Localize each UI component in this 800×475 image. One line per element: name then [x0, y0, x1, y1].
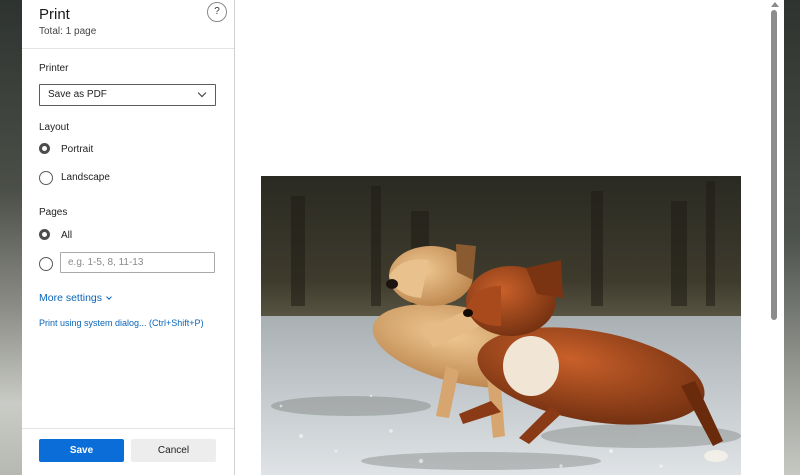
printer-label: Printer [39, 63, 69, 74]
pages-custom-radio[interactable] [39, 257, 53, 271]
printer-selected-value: Save as PDF [48, 89, 107, 100]
portrait-label: Portrait [61, 144, 94, 155]
scroll-up-arrow-icon[interactable] [771, 2, 779, 7]
dialog-title: Print [39, 6, 70, 23]
printer-select[interactable]: Save as PDF [39, 84, 216, 106]
more-settings-link[interactable]: More settings [39, 292, 112, 304]
cancel-button[interactable]: Cancel [131, 439, 216, 462]
system-dialog-link[interactable]: Print using system dialog... (Ctrl+Shift… [39, 318, 204, 328]
print-preview-page [235, 0, 767, 475]
layout-label: Layout [39, 122, 70, 133]
scrollbar-thumb[interactable] [771, 10, 777, 320]
background-page-left [0, 0, 22, 475]
more-settings-label: More settings [39, 292, 103, 304]
landscape-label: Landscape [61, 172, 110, 183]
background-page-right [784, 0, 800, 475]
pages-all-radio[interactable] [39, 229, 50, 240]
portrait-radio[interactable] [39, 143, 50, 154]
help-button[interactable]: ? [207, 2, 227, 22]
dogs-photo-illustration [261, 176, 741, 475]
preview-photo [261, 176, 741, 475]
question-circle-icon: ? [214, 6, 220, 17]
chevron-down-icon [197, 88, 207, 98]
pages-all-label: All [61, 230, 73, 241]
header-divider [22, 48, 234, 49]
footer-divider [22, 428, 234, 429]
chevron-down-icon [106, 294, 112, 300]
landscape-radio[interactable] [39, 171, 53, 185]
pages-label: Pages [39, 207, 68, 218]
pages-range-input[interactable] [60, 252, 215, 273]
page-count: Total: 1 page [39, 26, 97, 37]
print-settings-panel: Print Total: 1 page ? Printer Save as PD… [22, 0, 235, 475]
preview-scrollbar[interactable] [767, 0, 784, 475]
save-button[interactable]: Save [39, 439, 124, 462]
